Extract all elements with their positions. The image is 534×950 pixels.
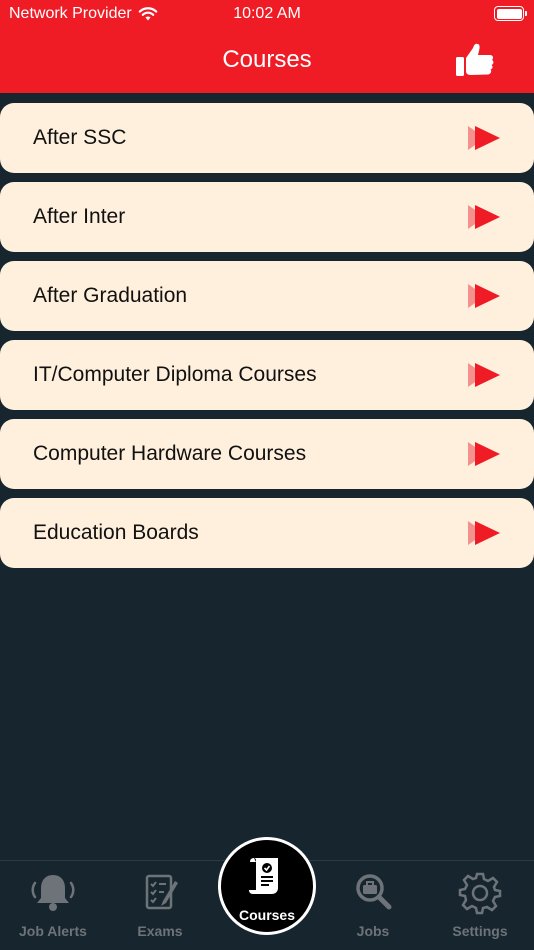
- tab-label: Courses: [238, 907, 296, 923]
- tab-label: Job Alerts: [19, 923, 87, 939]
- course-label: After Graduation: [33, 284, 188, 307]
- tab-exams[interactable]: Exams: [107, 861, 213, 950]
- tab-label: Exams: [137, 923, 183, 939]
- bell-icon: [31, 875, 75, 911]
- play-arrow-icon: [468, 363, 500, 387]
- play-arrow-icon: [468, 205, 500, 229]
- play-arrow-icon: [468, 284, 500, 308]
- course-label: After SSC: [33, 126, 127, 149]
- play-arrow-icon: [468, 442, 500, 466]
- course-item-after-inter[interactable]: After Inter: [0, 182, 534, 252]
- tab-jobs[interactable]: Jobs: [320, 861, 426, 950]
- course-item-education-boards[interactable]: Education Boards: [0, 498, 534, 568]
- course-label: Education Boards: [33, 521, 199, 544]
- gear-icon: [458, 872, 502, 915]
- tab-settings[interactable]: Settings: [427, 861, 533, 950]
- certificate-scroll-icon: [249, 858, 278, 894]
- app-header: Network Provider 10:02 AM Courses: [0, 0, 534, 93]
- exam-sheet-icon: [145, 874, 178, 910]
- course-label: IT/Computer Diploma Courses: [33, 363, 317, 386]
- play-arrow-icon: [468, 521, 500, 545]
- course-label: Computer Hardware Courses: [33, 442, 307, 465]
- course-item-after-graduation[interactable]: After Graduation: [0, 261, 534, 331]
- status-time: 10:02 AM: [233, 5, 301, 22]
- play-arrow-icon: [468, 126, 500, 150]
- tab-job-alerts[interactable]: Job Alerts: [0, 861, 106, 950]
- status-bar: Network Provider 10:02 AM: [0, 0, 534, 28]
- course-item-computer-hardware[interactable]: Computer Hardware Courses: [0, 419, 534, 489]
- course-item-it-computer-diploma[interactable]: IT/Computer Diploma Courses: [0, 340, 534, 410]
- job-search-icon: [356, 874, 392, 910]
- course-item-after-ssc[interactable]: After SSC: [0, 103, 534, 173]
- battery-icon: [494, 6, 527, 21]
- tab-label: Jobs: [356, 923, 390, 939]
- tab-label: Settings: [452, 923, 508, 939]
- tab-courses[interactable]: Courses: [218, 837, 316, 935]
- page-title: Courses: [222, 46, 312, 73]
- course-label: After Inter: [33, 205, 126, 228]
- thumbs-up-icon[interactable]: [455, 42, 495, 78]
